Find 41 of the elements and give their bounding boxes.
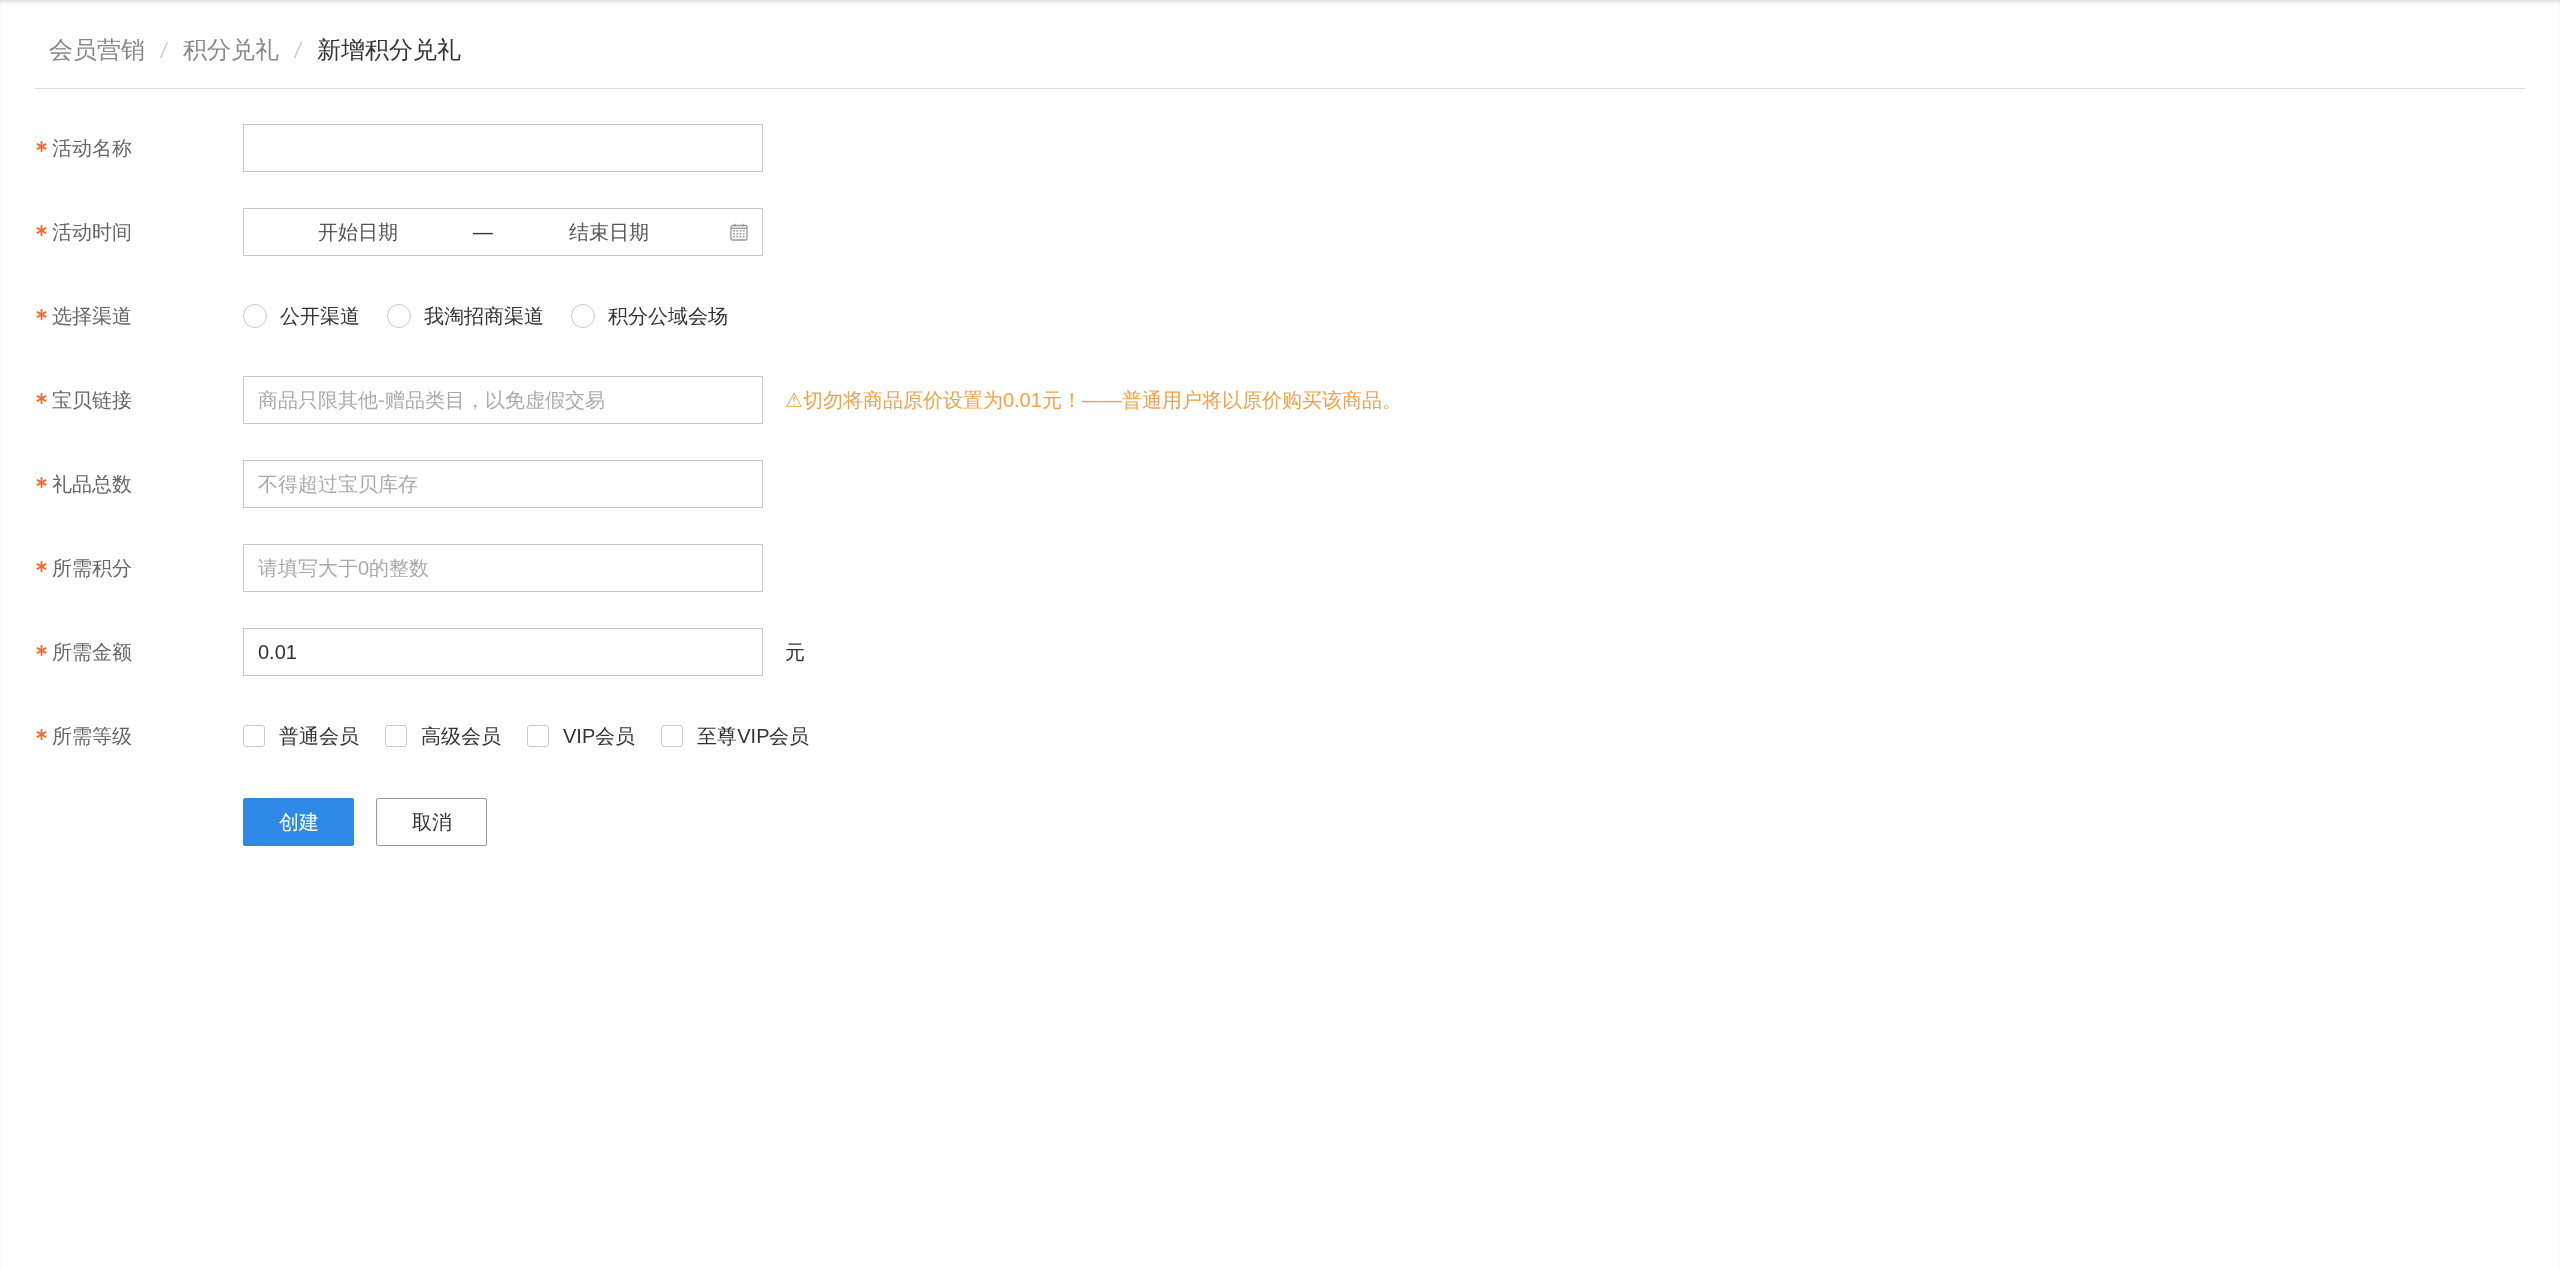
- end-date-input[interactable]: 结束日期: [495, 219, 722, 245]
- field-label: 选择渠道: [52, 303, 132, 329]
- checkbox[interactable]: [527, 725, 549, 747]
- breadcrumb-link[interactable]: 会员营销: [49, 34, 145, 66]
- calendar-icon[interactable]: [730, 223, 748, 241]
- field-label: 活动时间: [52, 219, 132, 245]
- radio-button[interactable]: [387, 304, 411, 328]
- breadcrumb-link[interactable]: 积分兑礼: [183, 34, 279, 66]
- breadcrumb-separator-icon: [159, 40, 169, 60]
- field-label: 所需等级: [52, 723, 132, 749]
- radio-label[interactable]: 积分公域会场: [608, 302, 728, 330]
- warning-text: ⚠切勿将商品原价设置为0.01元！——普通用户将以原价购买该商品。: [785, 387, 1402, 413]
- checkbox-label[interactable]: VIP会员: [563, 722, 636, 750]
- unit-label: 元: [785, 639, 805, 665]
- checkbox-label[interactable]: 高级会员: [421, 722, 501, 750]
- create-button[interactable]: 创建: [243, 798, 354, 846]
- checkbox[interactable]: [661, 725, 684, 747]
- field-label: 所需金额: [52, 639, 132, 665]
- start-date-input[interactable]: 开始日期: [244, 219, 471, 245]
- field-label: 所需积分: [52, 555, 132, 581]
- cancel-button[interactable]: 取消: [376, 798, 487, 846]
- checkbox[interactable]: [243, 725, 265, 747]
- range-separator: —: [472, 220, 494, 244]
- breadcrumb-current: 新增积分兑礼: [317, 35, 461, 65]
- text-input-field[interactable]: 商品只限其他-赠品类目，以免虚假交易: [243, 376, 763, 424]
- checkbox[interactable]: [385, 725, 407, 747]
- checkbox-label[interactable]: 至尊VIP会员: [697, 722, 810, 750]
- field-label: 宝贝链接: [52, 387, 132, 413]
- field-label: 礼品总数: [52, 471, 132, 497]
- checkbox-label[interactable]: 普通会员: [279, 722, 359, 750]
- text-input-field[interactable]: 0.01: [243, 628, 763, 676]
- radio-button[interactable]: [243, 304, 267, 328]
- radio-label[interactable]: 公开渠道: [280, 302, 360, 330]
- date-range-field[interactable]: 开始日期 — 结束日期: [243, 208, 763, 256]
- radio-label[interactable]: 我淘招商渠道: [424, 302, 544, 330]
- text-input-field[interactable]: 请填写大于0的整数: [243, 544, 763, 592]
- breadcrumb-separator-icon: [293, 40, 303, 60]
- radio-button[interactable]: [571, 304, 595, 328]
- text-input-field[interactable]: [243, 124, 763, 172]
- field-label: 活动名称: [52, 135, 132, 161]
- text-input-field[interactable]: 不得超过宝贝库存: [243, 460, 763, 508]
